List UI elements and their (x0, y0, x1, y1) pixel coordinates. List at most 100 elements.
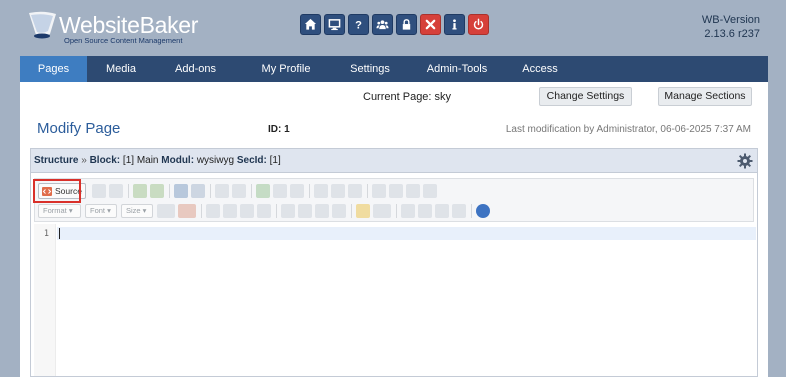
menu-item-settings[interactable]: Settings (336, 56, 404, 82)
bulleted-list-icon[interactable] (418, 204, 432, 218)
numbered-list-icon[interactable] (401, 204, 415, 218)
brand-title: WebsiteBaker (59, 12, 199, 38)
align-right-icon[interactable] (315, 204, 329, 218)
menu-item-media[interactable]: Media (87, 56, 155, 82)
lock-icon (402, 19, 411, 30)
preview-button[interactable] (324, 14, 345, 35)
strike-icon[interactable] (257, 204, 271, 218)
format-label: Format (43, 206, 67, 215)
select-all-icon[interactable] (173, 184, 188, 198)
logo[interactable]: WebsiteBaker Open Source Content Managem… (26, 10, 206, 46)
breadcrumb-separator: » (81, 155, 87, 166)
active-line (57, 227, 756, 240)
lock-button[interactable] (396, 14, 417, 35)
toolbar-row-2: Format ▾ Font ▾ Size ▾ (38, 202, 493, 220)
align-justify-icon[interactable] (332, 204, 346, 218)
menu-item-addons[interactable]: Add-ons (155, 56, 236, 82)
link-icon[interactable] (347, 184, 362, 198)
toolbar-divider (168, 184, 170, 198)
image-icon[interactable] (330, 184, 345, 198)
font-label: Font (90, 206, 106, 215)
power-icon (473, 18, 484, 30)
menu-item-my-profile[interactable]: My Profile (236, 56, 336, 82)
outdent-icon[interactable] (435, 204, 449, 218)
close-icon (425, 19, 436, 30)
version-label: WB-Version (701, 14, 760, 26)
logout-button[interactable] (468, 14, 489, 35)
main-menu: Pages Media Add-ons My Profile Settings … (20, 56, 768, 82)
section-header: Structure » Block: [1] Main Modul: wysiw… (31, 149, 757, 173)
redo-icon[interactable] (149, 184, 164, 198)
droplet-icon[interactable] (371, 184, 386, 198)
underline-icon[interactable] (240, 204, 254, 218)
close-button[interactable] (420, 14, 441, 35)
text-color-icon[interactable] (157, 204, 175, 218)
align-center-icon[interactable] (298, 204, 312, 218)
copy-icon[interactable] (108, 184, 123, 198)
brand-subtitle: Open Source Content Management (64, 36, 183, 45)
source-highlight (33, 179, 81, 203)
block-label: Block: (89, 155, 121, 166)
font-select[interactable]: Font ▾ (85, 204, 117, 218)
toolbar-divider (471, 204, 472, 218)
bold-icon[interactable] (206, 204, 220, 218)
monitor-icon (328, 19, 341, 31)
italic-icon[interactable] (223, 204, 237, 218)
info-button[interactable] (444, 14, 465, 35)
line-gutter: 1 (34, 224, 56, 376)
svg-text:?: ? (355, 20, 362, 31)
toolbar-divider (351, 204, 352, 218)
undo-icon[interactable] (132, 184, 147, 198)
unlink-icon[interactable] (405, 184, 420, 198)
users-icon (376, 20, 389, 30)
line-number: 1 (43, 229, 49, 239)
menu-item-access[interactable]: Access (510, 56, 570, 82)
toolbar-row-1: Source (33, 179, 440, 203)
last-modification: Last modification by Administrator, 06-0… (505, 124, 751, 135)
source-editor[interactable]: 1 (34, 224, 756, 376)
toolbar-divider (201, 204, 202, 218)
indent-icon[interactable] (452, 204, 466, 218)
manage-sections-button[interactable]: Manage Sections (658, 87, 752, 106)
gear-icon[interactable] (737, 153, 753, 169)
smiley-icon[interactable] (356, 204, 370, 218)
toolbar-divider (250, 184, 252, 198)
toolbar-divider (127, 184, 129, 198)
find-icon[interactable] (190, 184, 205, 198)
maximize-icon[interactable] (255, 184, 270, 198)
top-icon-bar: ? (300, 14, 489, 35)
save-icon[interactable] (289, 184, 304, 198)
users-button[interactable] (372, 14, 393, 35)
special-char-icon[interactable] (373, 204, 391, 218)
current-page-label: Current Page: (363, 91, 432, 103)
snippet-icon[interactable] (231, 184, 246, 198)
home-icon (304, 18, 317, 30)
secid-value: [1] (269, 155, 281, 166)
toolbar-divider (366, 184, 368, 198)
menu-item-pages[interactable]: Pages (20, 56, 87, 82)
main-content: Current Page: sky Change Settings Manage… (20, 82, 768, 377)
quote-icon[interactable] (214, 184, 229, 198)
version-info: WB-Version 2.13.6 r237 (702, 13, 760, 41)
format-select[interactable]: Format ▾ (38, 204, 81, 218)
size-select[interactable]: Size ▾ (121, 204, 153, 218)
menu-item-admin-tools[interactable]: Admin-Tools (404, 56, 510, 82)
align-left-icon[interactable] (281, 204, 295, 218)
page-link-icon[interactable] (388, 184, 403, 198)
modul-value: wysiwyg (196, 155, 235, 166)
page-id: ID: 1 (268, 124, 290, 135)
template-icon[interactable] (272, 184, 287, 198)
table-icon[interactable] (313, 184, 328, 198)
change-settings-button[interactable]: Change Settings (539, 87, 632, 106)
cut-icon[interactable] (91, 184, 106, 198)
help-button[interactable]: ? (348, 14, 369, 35)
about-icon[interactable] (476, 204, 490, 218)
help-icon: ? (355, 20, 362, 31)
anchor-icon[interactable] (422, 184, 437, 198)
toolbar-divider (209, 184, 211, 198)
bg-color-icon[interactable] (178, 204, 196, 218)
header: WebsiteBaker Open Source Content Managem… (0, 0, 786, 56)
logo-icon (29, 11, 56, 39)
home-button[interactable] (300, 14, 321, 35)
toolbar-divider (396, 204, 397, 218)
